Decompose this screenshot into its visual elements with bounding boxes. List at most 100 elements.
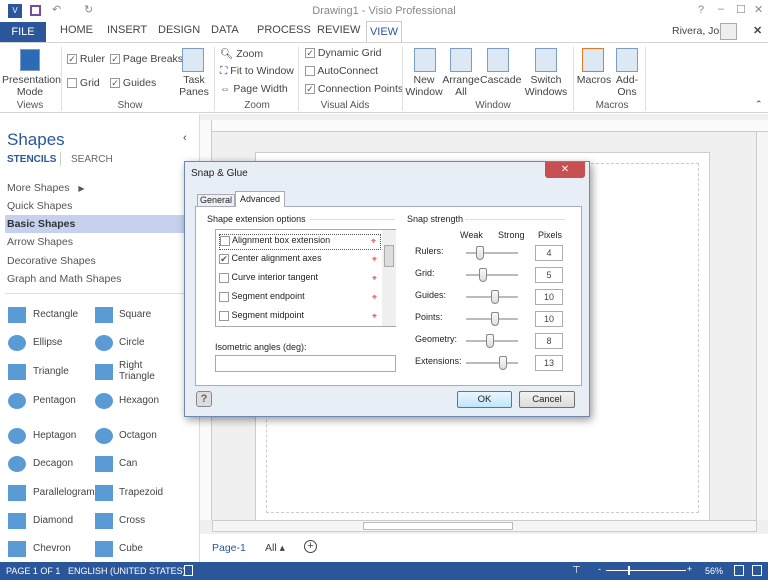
new-window-button[interactable]: New Window — [404, 74, 444, 98]
pentagon-shape-icon[interactable] — [8, 393, 26, 409]
task-panes-button[interactable]: Task Panes — [174, 74, 214, 98]
right-triangle-shape-icon[interactable] — [95, 364, 113, 380]
zoom-button[interactable]: 🔍︎ Zoom — [220, 47, 263, 60]
shape-rectangle[interactable]: Rectangle — [33, 309, 78, 320]
shape-chevron[interactable]: Chevron — [33, 543, 71, 554]
ribbon-close-button[interactable]: ✕ — [753, 24, 762, 37]
hexagon-shape-icon[interactable] — [95, 393, 113, 409]
page-1-tab[interactable]: Page-1 — [212, 542, 246, 554]
can-shape-icon[interactable] — [95, 456, 113, 472]
page-count[interactable]: PAGE 1 OF 1 — [6, 566, 60, 576]
tab-design[interactable]: DESIGN — [158, 24, 200, 36]
shape-can[interactable]: Can — [119, 458, 137, 469]
presentation-mode-button[interactable]: Presentation Mode — [2, 74, 61, 98]
stencil-quick-shapes[interactable]: Quick Shapes — [7, 200, 72, 212]
fit-to-window-button[interactable]: ⛶ Fit to Window — [220, 65, 294, 78]
add-page-icon[interactable]: + — [304, 540, 317, 553]
connection-points-checkbox[interactable]: ✓ Connection Points — [305, 83, 403, 95]
shape-square[interactable]: Square — [119, 309, 151, 320]
more-shapes-item[interactable]: More Shapes ▶ — [7, 182, 85, 194]
zoom-slider[interactable] — [606, 570, 686, 571]
macros-button[interactable]: Macros — [576, 74, 612, 86]
switch-windows-icon[interactable] — [752, 565, 762, 576]
help-button[interactable]: ? — [698, 4, 704, 16]
extension-option[interactable]: Curve interior tangent ⌖ — [219, 272, 381, 288]
help-icon[interactable]: ? — [196, 391, 212, 407]
zoom-in-button[interactable]: + — [687, 564, 692, 574]
shape-cube[interactable]: Cube — [119, 543, 143, 554]
scroll-thumb[interactable] — [363, 522, 513, 530]
maximize-button[interactable]: ☐ — [736, 3, 746, 16]
shape-cross[interactable]: Cross — [119, 515, 145, 526]
stencil-decorative-shapes[interactable]: Decorative Shapes — [7, 255, 96, 267]
zoom-slider-thumb[interactable] — [628, 566, 630, 575]
shape-hexagon[interactable]: Hexagon — [119, 395, 159, 406]
decagon-shape-icon[interactable] — [8, 456, 26, 472]
octagon-shape-icon[interactable] — [95, 428, 113, 444]
tab-advanced[interactable]: Advanced — [235, 191, 285, 207]
shape-pentagon[interactable]: Pentagon — [33, 395, 76, 406]
stencil-arrow-shapes[interactable]: Arrow Shapes — [7, 236, 73, 248]
square-shape-icon[interactable] — [95, 307, 113, 323]
list-scrollbar[interactable] — [382, 230, 396, 326]
shape-ellipse[interactable]: Ellipse — [33, 337, 62, 348]
checkbox-icon[interactable] — [219, 272, 229, 283]
slider-thumb[interactable] — [476, 246, 484, 260]
grid-checkbox[interactable]: Grid — [67, 77, 100, 89]
isometric-angles-input[interactable] — [215, 355, 396, 372]
tab-data[interactable]: DATA — [211, 24, 239, 36]
fit-page-icon[interactable] — [734, 565, 744, 576]
snap-pixels-input[interactable]: 10 — [535, 289, 563, 305]
autoconnect-checkbox[interactable]: AutoConnect — [305, 65, 378, 77]
checkbox-icon[interactable] — [220, 235, 230, 246]
dialog-close-button[interactable]: ✕ — [545, 162, 585, 178]
extension-option[interactable]: Alignment box extension ⌖ — [219, 234, 381, 250]
shape-octagon[interactable]: Octagon — [119, 430, 157, 441]
parallelogram-shape-icon[interactable] — [8, 485, 26, 501]
minimize-button[interactable]: – — [718, 3, 724, 15]
arrange-all-button[interactable]: Arrange All — [442, 74, 480, 98]
snap-slider[interactable] — [466, 362, 518, 364]
horizontal-scrollbar[interactable] — [212, 520, 757, 532]
search-tab[interactable]: SEARCH — [71, 154, 113, 165]
slider-thumb[interactable] — [491, 290, 499, 304]
tab-file[interactable]: FILE — [0, 22, 46, 42]
checkbox-icon[interactable] — [219, 310, 229, 321]
page-breaks-checkbox[interactable]: ✓ Page Breaks — [110, 53, 183, 65]
chevron-shape-icon[interactable] — [8, 541, 26, 557]
extension-options-list[interactable]: Alignment box extension ⌖ ✔ Center alignme… — [215, 229, 396, 327]
snap-pixels-input[interactable]: 5 — [535, 267, 563, 283]
heptagon-shape-icon[interactable] — [8, 428, 26, 444]
snap-slider[interactable] — [466, 252, 518, 254]
extension-option[interactable]: ✔ Center alignment axes ⌖ — [219, 253, 381, 269]
ok-button[interactable]: OK — [457, 391, 512, 408]
cube-shape-icon[interactable] — [95, 541, 113, 557]
add-ons-button[interactable]: Add-Ons — [612, 74, 642, 98]
extension-option[interactable]: Segment midpoint ⌖ — [219, 310, 381, 326]
shape-heptagon[interactable]: Heptagon — [33, 430, 76, 441]
tab-general[interactable]: General — [197, 194, 235, 207]
rectangle-shape-icon[interactable] — [8, 307, 26, 323]
cross-shape-icon[interactable] — [95, 513, 113, 529]
diamond-shape-icon[interactable] — [8, 513, 26, 529]
vertical-scrollbar[interactable] — [756, 132, 768, 520]
zoom-level[interactable]: 56% — [705, 566, 723, 576]
collapse-panel-icon[interactable]: ‹ — [183, 132, 187, 144]
presentation-icon[interactable]: ⊤ — [572, 565, 581, 576]
snap-pixels-input[interactable]: 4 — [535, 245, 563, 261]
ruler-checkbox[interactable]: ✓ Ruler — [67, 53, 105, 65]
circle-shape-icon[interactable] — [95, 335, 113, 351]
slider-thumb[interactable] — [491, 312, 499, 326]
extension-option[interactable]: Segment endpoint ⌖ — [219, 291, 381, 307]
dynamic-grid-checkbox[interactable]: ✓ Dynamic Grid — [305, 47, 382, 59]
collapse-ribbon-icon[interactable]: ⌃ — [755, 99, 763, 110]
snap-pixels-input[interactable]: 13 — [535, 355, 563, 371]
shape-diamond[interactable]: Diamond — [33, 515, 73, 526]
snap-pixels-input[interactable]: 10 — [535, 311, 563, 327]
tab-process[interactable]: PROCESS — [257, 24, 311, 36]
triangle-shape-icon[interactable] — [8, 364, 26, 380]
stencils-tab[interactable]: STENCILS — [7, 154, 56, 165]
checkbox-icon[interactable]: ✔ — [219, 253, 229, 264]
shape-decagon[interactable]: Decagon — [33, 458, 73, 469]
guides-checkbox[interactable]: ✓ Guides — [110, 77, 156, 89]
